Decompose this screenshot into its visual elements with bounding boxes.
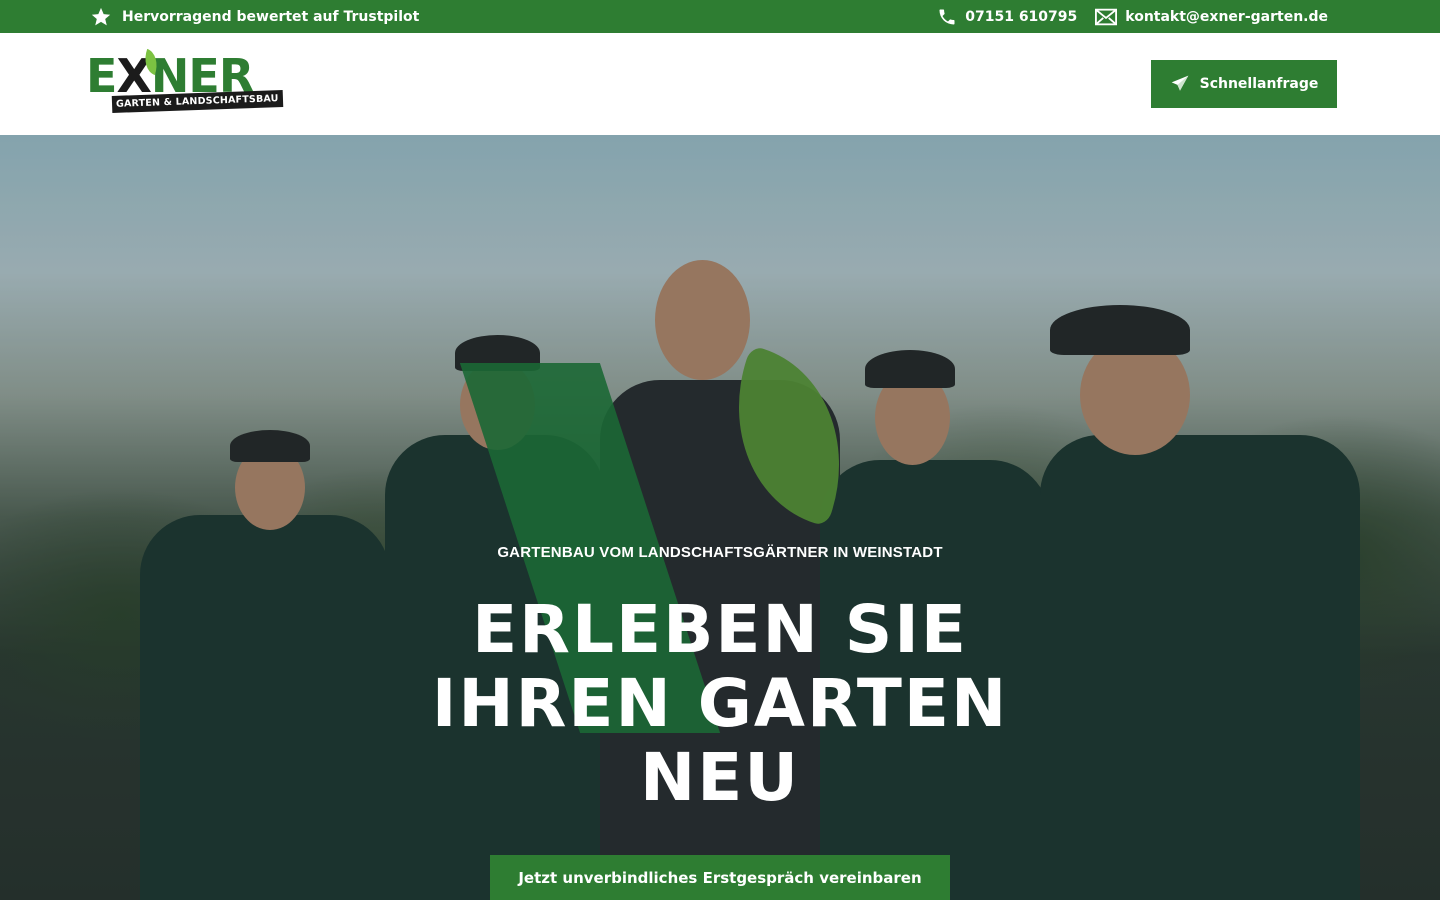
star-icon xyxy=(90,6,112,28)
hero-title-line: IHREN GARTEN xyxy=(431,665,1009,742)
site-header: EXNER GARTEN & LANDSCHAFTSBAU Schnellanf… xyxy=(0,33,1440,135)
email-link[interactable]: kontakt@exner-garten.de xyxy=(1125,9,1328,25)
trustpilot-rating[interactable]: Hervorragend bewertet auf Trustpilot xyxy=(90,0,419,33)
quick-request-label: Schnellanfrage xyxy=(1199,76,1319,92)
hero-title-line: NEU xyxy=(640,739,800,816)
hero-kicker: GARTENBAU VOM LANDSCHAFTSGÄRTNER IN WEIN… xyxy=(497,544,943,561)
exner-logo[interactable]: EXNER GARTEN & LANDSCHAFTSBAU xyxy=(86,48,283,115)
contact-info: 07151 610795 kontakt@exner-garten.de xyxy=(937,0,1328,33)
top-bar: Hervorragend bewertet auf Trustpilot 071… xyxy=(0,0,1440,33)
phone-icon xyxy=(937,7,957,27)
paper-plane-icon xyxy=(1170,74,1190,94)
mail-icon xyxy=(1095,8,1118,26)
hero-title: ERLEBEN SIE IHREN GARTEN NEU xyxy=(0,593,1440,815)
hero-title-line: ERLEBEN SIE xyxy=(472,591,968,668)
trustpilot-text: Hervorragend bewertet auf Trustpilot xyxy=(122,8,420,25)
phone-link[interactable]: 07151 610795 xyxy=(965,9,1077,25)
hero-section: GARTENBAU VOM LANDSCHAFTSGÄRTNER IN WEIN… xyxy=(0,135,1440,900)
quick-request-button[interactable]: Schnellanfrage xyxy=(1151,60,1337,108)
consultation-cta-button[interactable]: Jetzt unverbindliches Erstgespräch verei… xyxy=(490,855,950,900)
